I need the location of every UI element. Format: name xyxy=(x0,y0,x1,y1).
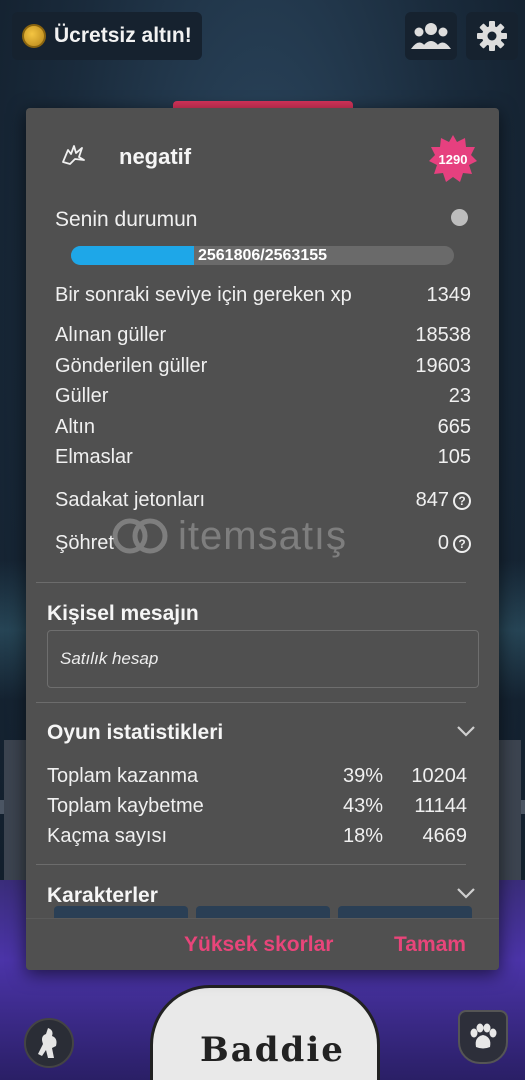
game-stat-percent: 43% xyxy=(342,795,383,817)
gear-icon xyxy=(477,21,507,51)
xp-progress-text: 2561806/2563155 xyxy=(197,247,328,264)
character-card[interactable] xyxy=(54,906,188,918)
free-gold-label: Ücretsiz altın! xyxy=(54,24,192,47)
stat-value: 105 xyxy=(437,446,471,468)
wolf-rank-icon xyxy=(62,145,85,165)
stat-value: 19603 xyxy=(415,355,471,377)
status-title: Senin durumun xyxy=(55,208,198,231)
stat-label: Şöhret xyxy=(55,532,114,554)
stat-row-next-level-xp: Bir sonraki seviye için gereken xp 1349 xyxy=(55,284,471,307)
profile-dialog: negatif 1290 Senin durumun 2561806/25631… xyxy=(26,108,499,970)
stat-label: Gönderilen güller xyxy=(55,355,208,377)
settings-button[interactable] xyxy=(466,12,518,60)
personal-message-title: Kişisel mesajın xyxy=(47,602,199,625)
stat-label: Alınan güller xyxy=(55,324,167,346)
stat-value: 847 xyxy=(415,489,449,511)
stat-value-with-help: 0 ? xyxy=(438,532,471,555)
help-icon[interactable]: ? xyxy=(453,534,471,553)
divider xyxy=(36,864,466,865)
stat-row-received-roses: Alınan güller 18538 xyxy=(55,324,471,347)
level-badge: 1290 xyxy=(428,134,478,184)
pet-button[interactable] xyxy=(458,1010,508,1064)
chevron-down-icon[interactable] xyxy=(456,725,476,737)
characters-title: Karakterler xyxy=(47,884,158,907)
stat-value: 665 xyxy=(437,416,471,438)
personal-message-field[interactable]: Satılık hesap xyxy=(47,630,479,688)
divider xyxy=(36,702,466,703)
friends-icon xyxy=(411,23,451,49)
character-silhouette-icon xyxy=(38,1028,57,1058)
game-stat-label: Kaçma sayısı xyxy=(47,825,168,847)
watermark: itemsatış xyxy=(112,513,432,558)
stat-row-sent-roses: Gönderilen güller 19603 xyxy=(55,355,471,378)
divider xyxy=(36,582,466,583)
username: negatif xyxy=(119,144,192,169)
paw-icon xyxy=(470,1023,497,1049)
stat-row-roses: Güller 23 xyxy=(55,385,471,408)
watermark-text: itemsatış xyxy=(178,513,348,558)
free-gold-button[interactable]: Ücretsiz altın! xyxy=(12,12,202,60)
chevron-down-icon[interactable] xyxy=(456,887,476,899)
game-stat-count: 10204 xyxy=(411,765,467,787)
ok-button[interactable]: Tamam xyxy=(394,933,466,957)
stat-label: Sadakat jetonları xyxy=(55,489,206,511)
stat-label: Altın xyxy=(55,416,96,438)
game-stat-label: Toplam kaybetme xyxy=(47,795,204,817)
game-stat-percent: 39% xyxy=(342,765,383,787)
dialog-footer: Yüksek skorlar Tamam xyxy=(26,918,499,970)
stat-label: Güller xyxy=(55,385,109,407)
stat-row-gold: Altın 665 xyxy=(55,416,471,439)
stat-row-loyalty-tokens: Sadakat jetonları 847 ? xyxy=(55,489,471,512)
level-value: 1290 xyxy=(438,151,468,167)
stat-row-gems: Elmaslar 105 xyxy=(55,446,471,469)
highscores-button[interactable]: Yüksek skorlar xyxy=(184,933,333,957)
watermark-logo-icon xyxy=(112,518,168,554)
game-stats-title: Oyun istatistikleri xyxy=(47,721,224,744)
stat-value: 23 xyxy=(448,385,471,407)
online-status-dot xyxy=(451,209,468,226)
friends-button[interactable] xyxy=(405,12,457,60)
game-stat-percent: 18% xyxy=(342,825,383,847)
character-avatar-button[interactable] xyxy=(24,1018,74,1068)
stat-label: Bir sonraki seviye için gereken xp xyxy=(55,284,352,306)
character-card[interactable] xyxy=(196,906,330,918)
background-jersey-text: Baddie xyxy=(200,1030,345,1070)
stat-value: 0 xyxy=(437,532,449,554)
stat-value-with-help: 847 ? xyxy=(416,489,471,512)
game-stat-count: 4669 xyxy=(422,825,468,847)
character-card[interactable] xyxy=(338,906,472,918)
stat-value: 1349 xyxy=(426,284,472,306)
game-stat-count: 11144 xyxy=(414,795,467,817)
game-stat-label: Toplam kazanma xyxy=(47,765,199,787)
profile-header: negatif 1290 xyxy=(26,108,499,204)
help-icon[interactable]: ? xyxy=(453,491,471,510)
stat-value: 18538 xyxy=(415,324,471,346)
stat-label: Elmaslar xyxy=(55,446,133,468)
coin-icon xyxy=(22,24,46,48)
